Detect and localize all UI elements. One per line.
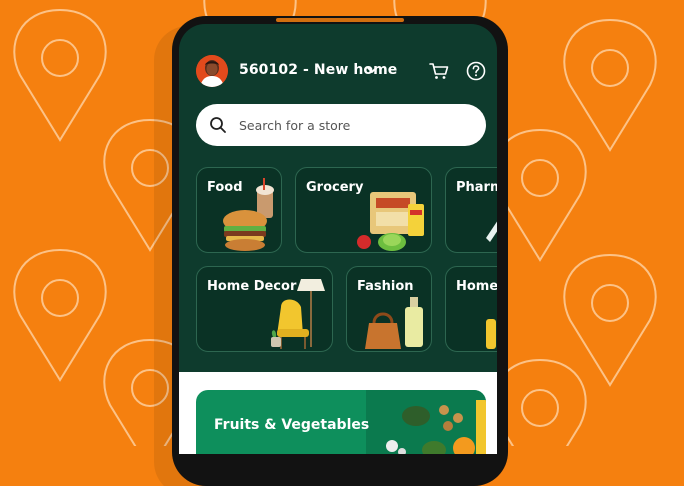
category-card-food[interactable]: Food — [196, 167, 282, 253]
search-icon — [210, 117, 226, 133]
category-card-home-decor[interactable]: Home Decor — [196, 266, 333, 352]
search-bar[interactable] — [196, 104, 486, 146]
app-screen: 560102 - New home Search for a store Foo… — [179, 24, 497, 454]
category-label-home-decor: Home Decor — [207, 279, 297, 294]
category-label-fashion: Fashion — [357, 279, 414, 294]
app-header: 560102 - New home — [179, 24, 497, 114]
category-card-fashion[interactable]: Fashion — [346, 266, 432, 352]
avatar-person-icon — [196, 55, 228, 87]
phone-speaker — [276, 18, 404, 22]
category-card-grocery[interactable]: Grocery — [295, 167, 432, 253]
promo-banner-fruits-vegetables[interactable]: Fruits & Vegetables — [196, 390, 486, 454]
chevron-down-icon[interactable] — [366, 64, 378, 76]
search-input[interactable] — [239, 115, 469, 135]
category-label-food: Food — [207, 180, 243, 195]
help-icon[interactable] — [466, 61, 486, 81]
cart-icon[interactable] — [429, 62, 449, 80]
category-card-pharmacy[interactable]: Pharm — [445, 167, 497, 253]
promo-title: Fruits & Vegetables — [214, 417, 370, 433]
category-label-grocery: Grocery — [306, 180, 364, 195]
category-card-home[interactable]: Home — [445, 266, 497, 352]
avatar[interactable] — [196, 55, 228, 87]
category-label-home: Home — [456, 279, 497, 294]
category-label-pharmacy: Pharm — [456, 180, 497, 195]
